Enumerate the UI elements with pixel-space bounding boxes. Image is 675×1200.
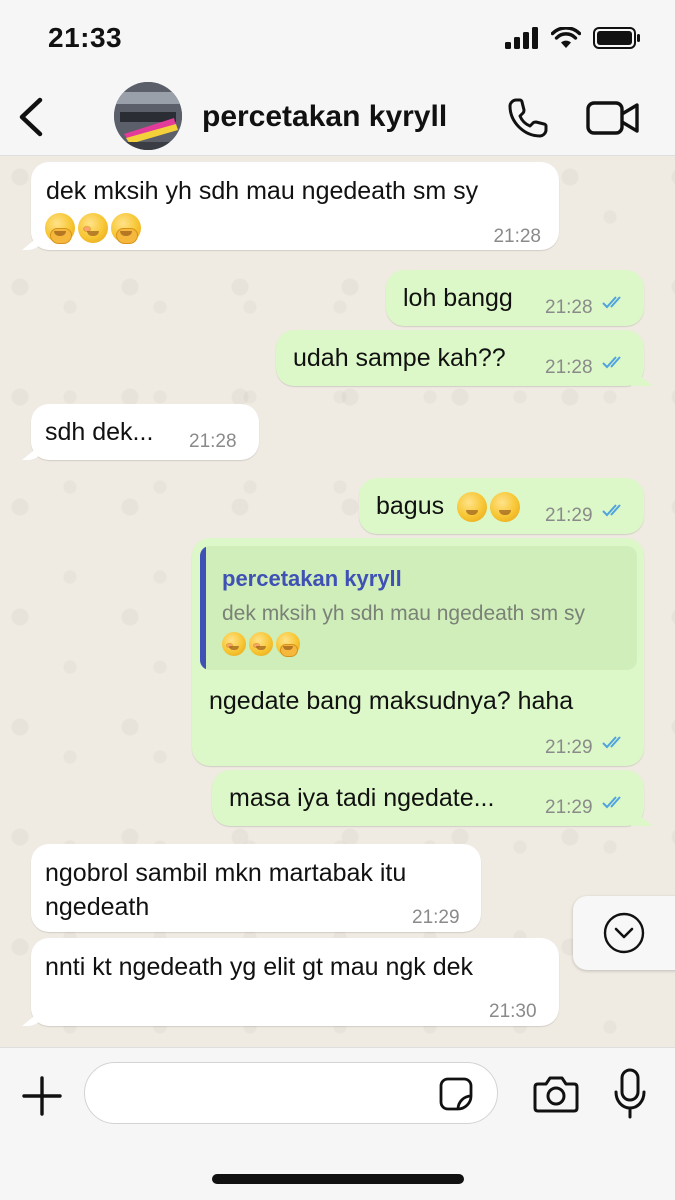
read-receipt-icon [602, 796, 621, 809]
message-bubble-incoming[interactable]: nnti kt ngedeath yg elit gt mau ngk dek … [31, 938, 559, 1026]
message-text: bagus [376, 489, 523, 523]
message-time: 21:28 [545, 357, 593, 378]
face-with-open-eyes-and-hand-over-mouth-emoji [276, 632, 300, 657]
face-with-open-eyes-and-hand-over-mouth-emoji [111, 213, 141, 244]
message-bubble-incoming[interactable]: sdh dek... 21:28 [31, 404, 259, 460]
battery-icon [593, 27, 640, 49]
avatar-image [114, 82, 182, 150]
message-text-line-2: ngedeath [45, 893, 150, 921]
sticker-icon[interactable] [438, 1076, 474, 1112]
message-text-content: bagus [376, 492, 445, 520]
video-camera-icon[interactable] [586, 98, 640, 138]
message-time: 21:28 [189, 431, 237, 452]
message-text: loh bangg [403, 284, 513, 312]
avatar[interactable] [114, 82, 182, 150]
message-time: 21:29 [545, 737, 593, 758]
message-bubble-outgoing[interactable]: loh bangg 21:28 [386, 270, 644, 326]
message-text: masa iya tadi ngedate... [229, 784, 495, 812]
quoted-message[interactable]: percetakan kyryll dek mksih yh sdh mau n… [200, 546, 637, 670]
message-time: 21:29 [545, 505, 593, 526]
face-with-hand-over-mouth-emoji [222, 632, 246, 657]
microphone-icon[interactable] [612, 1068, 648, 1120]
message-text: udah sampe kah?? [293, 344, 506, 372]
status-bar: 21:33 [0, 0, 675, 78]
phone-icon[interactable] [506, 96, 550, 140]
camera-icon[interactable] [533, 1074, 579, 1114]
message-time: 21:28 [545, 297, 593, 318]
emoji-row [45, 210, 144, 244]
message-time: 21:29 [412, 907, 460, 928]
read-receipt-icon [602, 504, 621, 517]
read-receipt-icon [602, 296, 621, 309]
face-with-hand-over-mouth-emoji [78, 213, 108, 244]
chat-header: percetakan kyryll [0, 78, 675, 156]
quoted-sender-name: percetakan kyryll [222, 566, 402, 591]
quoted-text: dek mksih yh sdh mau ngedeath sm sy [222, 600, 585, 658]
message-bubble-outgoing[interactable]: udah sampe kah?? 21:28 [276, 330, 644, 386]
message-time: 21:29 [545, 797, 593, 818]
chat-area[interactable]: dek mksih yh sdh mau ngedeath sm sy 21:2… [0, 157, 675, 1047]
scroll-to-bottom-button[interactable] [573, 896, 675, 970]
face-with-hand-over-mouth-emoji [249, 632, 273, 657]
message-text: dek mksih yh sdh mau ngedeath sm sy [46, 177, 479, 205]
message-time: 21:28 [493, 226, 541, 247]
status-icons [505, 24, 641, 52]
read-receipt-icon [602, 356, 621, 369]
message-bubble-outgoing[interactable]: bagus 21:29 [359, 478, 644, 534]
plus-icon[interactable] [22, 1076, 62, 1116]
input-bar [0, 1047, 675, 1200]
read-receipt-icon [602, 736, 621, 749]
contact-name[interactable]: percetakan kyryll [202, 100, 447, 134]
pensive-face-emoji [490, 492, 521, 523]
message-bubble-outgoing[interactable]: masa iya tadi ngedate... 21:29 [212, 770, 644, 826]
message-text: sdh dek... [45, 418, 154, 446]
message-text: nnti kt ngedeath yg elit gt mau ngk dek [45, 953, 474, 981]
quoted-text-content: dek mksih yh sdh mau ngedeath sm sy [222, 602, 586, 625]
wifi-icon [551, 27, 581, 48]
message-bubble-incoming[interactable]: dek mksih yh sdh mau ngedeath sm sy 21:2… [31, 162, 559, 250]
quote-accent-bar [200, 546, 206, 670]
status-time: 21:33 [48, 22, 123, 53]
message-input[interactable] [84, 1062, 498, 1124]
chevron-left-icon[interactable] [14, 96, 48, 138]
face-with-hand-over-mouth-emoji [45, 213, 75, 244]
cellular-signal-icon [505, 27, 538, 49]
message-text: ngedate bang maksudnya? haha [209, 687, 574, 715]
chevron-down-circle-icon [603, 912, 645, 954]
message-bubble-outgoing-reply[interactable]: percetakan kyryll dek mksih yh sdh mau n… [192, 538, 644, 766]
home-indicator[interactable] [212, 1174, 464, 1184]
message-time: 21:30 [489, 1001, 537, 1022]
message-bubble-incoming[interactable]: ngobrol sambil mkn martabak itu ngedeath… [31, 844, 481, 932]
quoted-emoji-row [222, 630, 585, 658]
pensive-face-emoji [457, 492, 488, 523]
message-text-line-1: ngobrol sambil mkn martabak itu [45, 859, 407, 887]
